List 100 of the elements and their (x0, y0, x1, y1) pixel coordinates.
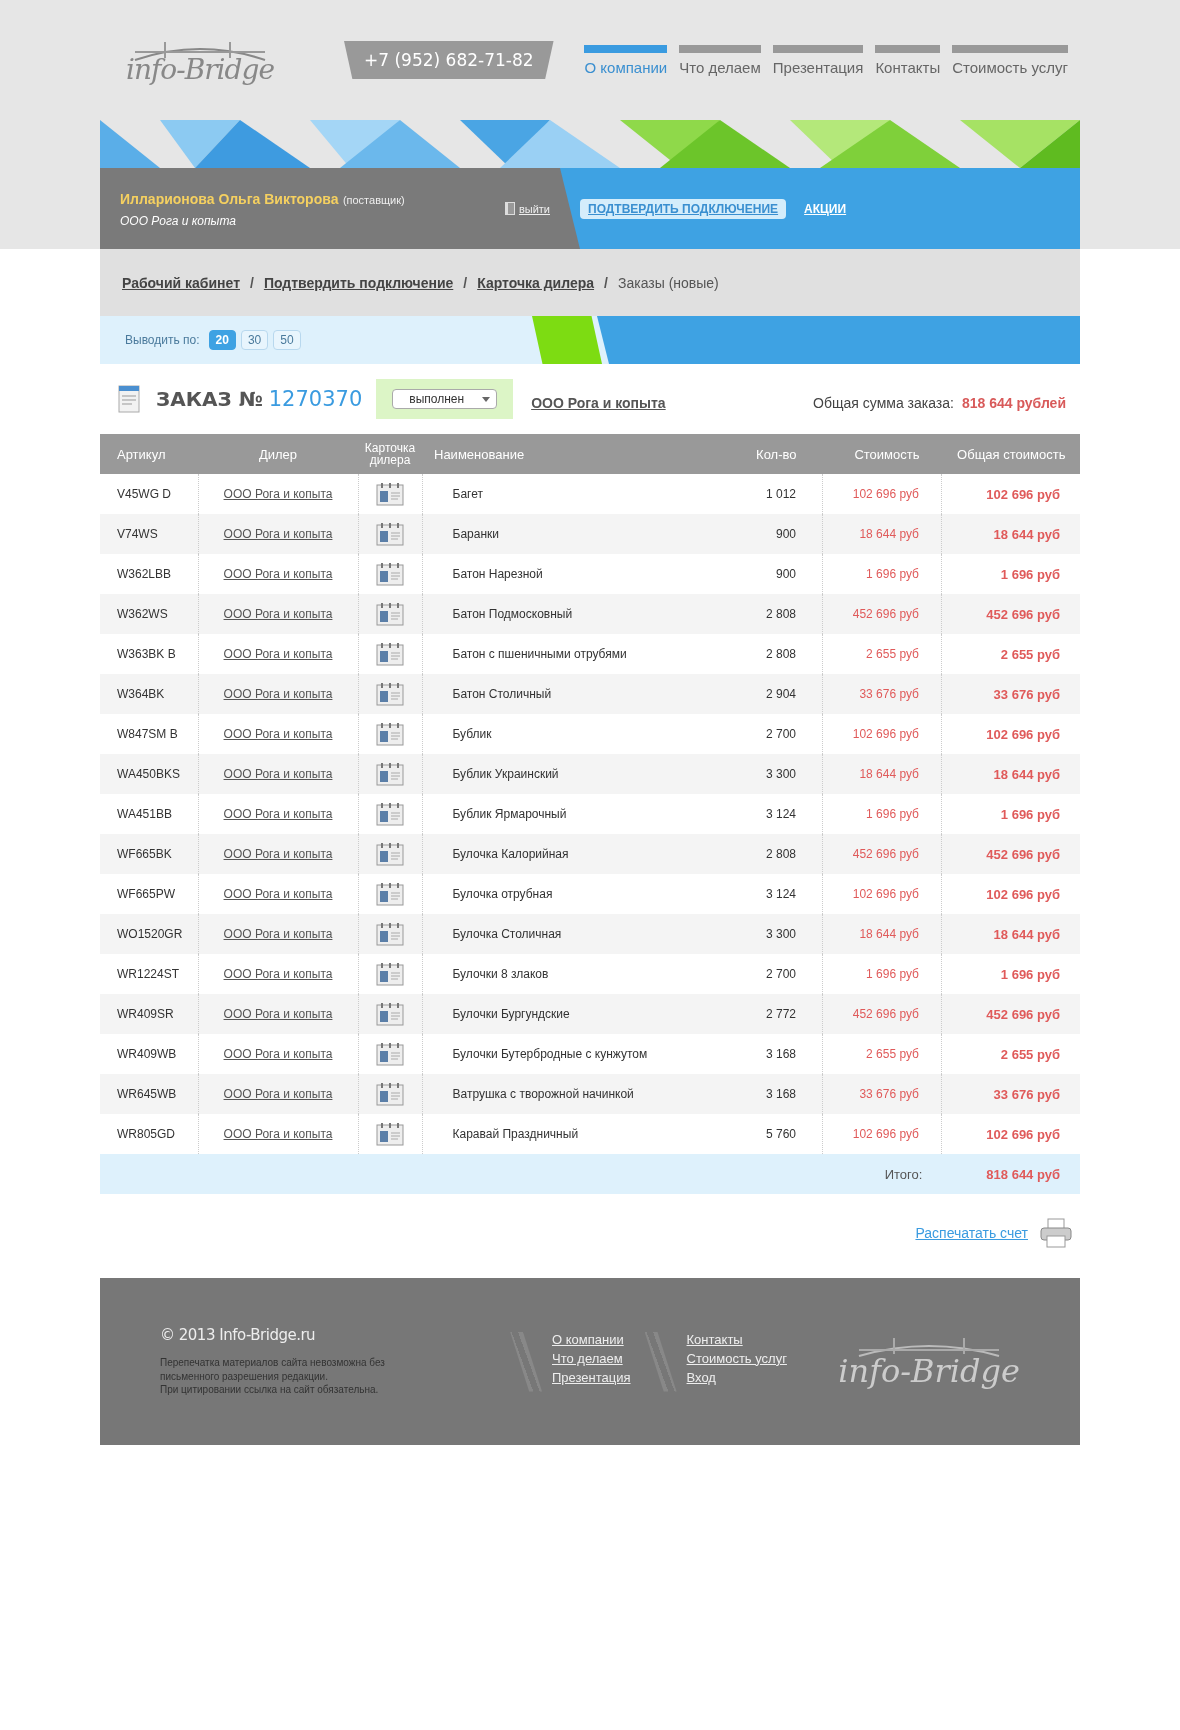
dealer-link[interactable]: ООО Рога и копыта (223, 887, 333, 901)
user-role: (поставщик) (342, 193, 405, 206)
table-cell: 5 760 (705, 1114, 823, 1154)
table-cell: 2 808 (705, 594, 823, 634)
table-cell: WA451BB (100, 794, 198, 834)
dealer-link[interactable]: ООО Рога и копыта (223, 1127, 333, 1141)
table-cell: Баранки (422, 514, 706, 554)
dealer-link[interactable]: ООО Рога и копыта (223, 687, 333, 701)
per-page-option[interactable]: 30 (240, 330, 269, 350)
order-total-label: Общая сумма заказа: (813, 395, 954, 411)
table-cell: W363BK B (100, 634, 198, 674)
dealer-link[interactable]: ООО Рога и копыта (223, 967, 333, 981)
footer-link[interactable]: Стоимость услуг (686, 1350, 787, 1366)
logout-link[interactable]: выйти (504, 202, 550, 215)
table-cell: Батон Подмосковный (422, 594, 706, 634)
card-icon[interactable] (376, 762, 404, 786)
footer-link[interactable]: Презентация (552, 1369, 631, 1385)
footer-link[interactable]: Что делаем (552, 1350, 631, 1366)
table-cell: W364BK (100, 674, 198, 714)
table-cell: 18 644 руб (822, 754, 942, 794)
door-icon (504, 202, 515, 215)
card-icon[interactable] (376, 922, 404, 946)
table-cell: WR1224ST (100, 954, 198, 994)
table-cell: 18 644 руб (941, 914, 1080, 954)
card-icon[interactable] (376, 482, 404, 506)
table-cell: WR645WB (100, 1074, 198, 1114)
dealer-link[interactable]: ООО Рога и копыта (223, 847, 333, 861)
order-number: 1270370 (268, 387, 363, 411)
breadcrumb-current: Заказы (новые) (617, 274, 719, 291)
footer-link[interactable]: О компании (552, 1331, 631, 1347)
dealer-link[interactable]: ООО Рога и копыта (223, 927, 333, 941)
table-cell: WR805GD (100, 1114, 198, 1154)
table-cell: Ватрушка с творожной начинкой (422, 1074, 706, 1114)
table-cell: W362LBB (100, 554, 198, 594)
copyright: © 2013 Info-Bridge.ru (160, 1326, 317, 1345)
card-icon[interactable] (376, 1002, 404, 1026)
status-dropdown[interactable]: выполнен (392, 389, 498, 409)
column-header: Наименование (422, 434, 706, 474)
dealer-link[interactable]: ООО Рога и копыта (223, 807, 333, 821)
dealer-link[interactable]: ООО Рога и копыта (223, 1087, 333, 1101)
nav-link[interactable]: Презентация (772, 44, 864, 76)
breadcrumb-link[interactable]: Подтвердить подключение (263, 274, 454, 291)
dealer-link[interactable]: ООО Рога и копыта (223, 527, 333, 541)
table-cell: 452 696 руб (822, 994, 942, 1034)
nav-link[interactable]: Стоимость услуг (952, 44, 1068, 76)
card-icon[interactable] (376, 962, 404, 986)
table-cell: 900 (705, 554, 823, 594)
dealer-link[interactable]: ООО Рога и копыта (223, 487, 333, 501)
card-icon[interactable] (376, 642, 404, 666)
column-header: Карточка дилера (358, 434, 422, 474)
company-link[interactable]: ООО Рога и копыта (531, 395, 666, 411)
nav-link[interactable]: Что делаем (679, 44, 761, 76)
dealer-link[interactable]: ООО Рога и копыта (223, 1007, 333, 1021)
card-icon[interactable] (376, 1042, 404, 1066)
phone-number: +7 (952) 682-71-82 (344, 41, 554, 79)
table-cell: V45WG D (100, 474, 198, 514)
column-header: Стоимость (822, 434, 942, 474)
dealer-link[interactable]: ООО Рога и копыта (223, 567, 333, 581)
card-icon[interactable] (376, 602, 404, 626)
table-cell: Булочки Бургундские (422, 994, 706, 1034)
dealer-link[interactable]: ООО Рога и копыта (223, 1047, 333, 1061)
table-cell: 3 300 (705, 754, 823, 794)
footer-link[interactable]: Контакты (686, 1331, 787, 1347)
card-icon[interactable] (376, 562, 404, 586)
table-cell: WA450BKS (100, 754, 198, 794)
copyright-notice: Перепечатка материалов сайта невозможна без письменного разрешения редакции. При цитировании ссылка на сайт обязательна. (160, 1356, 386, 1397)
dealer-link[interactable]: ООО Рога и копыта (223, 727, 333, 741)
footer-link[interactable]: Вход (686, 1369, 787, 1385)
card-icon[interactable] (376, 802, 404, 826)
table-cell: WF665BK (100, 834, 198, 874)
dealer-link[interactable]: ООО Рога и копыта (223, 607, 333, 621)
dealer-link[interactable]: ООО Рога и копыта (223, 647, 333, 661)
table-cell: 33 676 руб (941, 674, 1080, 714)
nav-link[interactable]: Контакты (875, 44, 941, 76)
card-icon[interactable] (376, 682, 404, 706)
caret-icon (482, 396, 491, 402)
card-icon[interactable] (376, 842, 404, 866)
table-cell: 18 644 руб (941, 754, 1080, 794)
card-icon[interactable] (376, 882, 404, 906)
per-page-label: Выводить по: (125, 333, 200, 347)
dealer-link[interactable]: ООО Рога и копыта (223, 767, 333, 781)
card-icon[interactable] (376, 722, 404, 746)
table-cell: WR409SR (100, 994, 198, 1034)
card-icon[interactable] (376, 1082, 404, 1106)
table-cell: 3 300 (705, 914, 823, 954)
table-cell: 2 808 (705, 634, 823, 674)
breadcrumb-link[interactable]: Рабочий кабинет (122, 274, 240, 291)
card-icon[interactable] (376, 522, 404, 546)
table-cell: 1 012 (705, 474, 823, 514)
breadcrumb-link[interactable]: Карточка дилера (477, 274, 595, 291)
total-value: 818 644 руб (986, 1166, 1060, 1182)
table-cell: 3 124 (705, 874, 823, 914)
per-page-option[interactable]: 50 (273, 330, 301, 350)
table-cell: 33 676 руб (822, 674, 942, 714)
table-cell: 900 (705, 514, 823, 554)
card-icon[interactable] (376, 1122, 404, 1146)
table-cell: 18 644 руб (941, 514, 1080, 554)
order-total: 818 644 рублей (961, 395, 1066, 411)
printer-icon[interactable] (1040, 1218, 1072, 1248)
table-cell: W847SM B (100, 714, 198, 754)
